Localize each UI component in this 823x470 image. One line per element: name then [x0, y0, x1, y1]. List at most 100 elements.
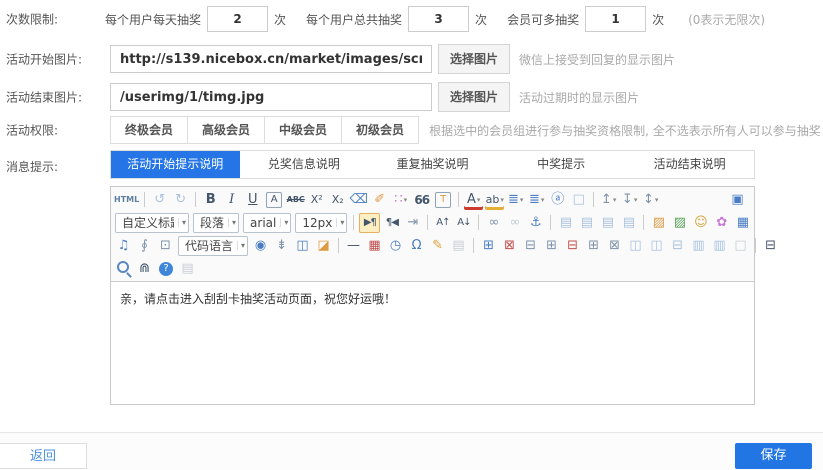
superscript-icon[interactable]: X² [307, 190, 326, 210]
toolbar-separator [353, 215, 354, 230]
insert-table-icon[interactable]: ⊞ [479, 236, 498, 256]
redo-icon[interactable]: ↻ [171, 190, 190, 210]
direction-rtl-icon[interactable]: ¶◀ [382, 213, 401, 233]
save-button[interactable]: 保存 [735, 443, 812, 469]
find-replace-icon[interactable]: ⋒ [135, 259, 154, 279]
paste-icon[interactable]: ▤ [178, 259, 197, 279]
highlight-color-icon[interactable]: ab▾ [485, 190, 504, 210]
insert-image-icon[interactable]: ▨ [649, 213, 668, 233]
anchor-icon[interactable]: ⚓ [526, 213, 545, 233]
message-tab-3[interactable]: 重复抽奖说明 [368, 151, 497, 178]
insert-columns-icon[interactable]: ◫ [293, 236, 312, 256]
fullscreen-icon[interactable]: ▣ [728, 190, 747, 210]
unordered-list-icon[interactable]: ≣▾ [527, 190, 546, 210]
strikethrough-icon[interactable]: ABC [286, 190, 305, 210]
justify-center-icon[interactable]: ▤ [577, 213, 596, 233]
anchor-ref-icon[interactable]: ⓐ [548, 190, 567, 210]
split-cols-icon[interactable]: ▥ [710, 236, 729, 256]
total-limit-input[interactable] [408, 6, 469, 32]
permission-option-3[interactable]: 中级会员 [264, 116, 342, 144]
code-language-select[interactable]: 代码语言▾ [178, 236, 248, 256]
delete-col-icon[interactable]: ⊠ [605, 236, 624, 256]
google-map-icon[interactable]: ◉ [251, 236, 270, 256]
end-image-pick-button[interactable]: 选择图片 [438, 82, 510, 112]
help-icon[interactable]: ? [159, 262, 173, 276]
blockquote-icon[interactable]: 66 [412, 190, 431, 210]
message-tab-4[interactable]: 中奖提示 [497, 151, 626, 178]
merge-cells-icon[interactable]: ◫ [626, 236, 645, 256]
paste-text-icon[interactable]: T [435, 192, 451, 208]
permission-option-4[interactable]: 初级会员 [341, 116, 419, 144]
edit-form-icon[interactable]: ✎ [428, 236, 447, 256]
insert-col-icon[interactable]: ⊞ [584, 236, 603, 256]
message-tab-5[interactable]: 活动结束说明 [625, 151, 754, 178]
special-chars-icon[interactable]: Ω [407, 236, 426, 256]
back-button[interactable]: 返回 [0, 443, 87, 469]
print-icon[interactable]: ⊟ [761, 236, 780, 256]
music-icon[interactable]: ♫ [114, 236, 133, 256]
daily-limit-input[interactable] [207, 6, 268, 32]
new-doc-icon[interactable]: □ [569, 190, 588, 210]
indent-icon[interactable]: ⇥ [403, 213, 422, 233]
font-family-select[interactable]: arial▾ [243, 213, 291, 233]
border-text-icon[interactable]: A [266, 192, 282, 208]
insert-date-icon[interactable]: ▦ [365, 236, 384, 256]
format-brush-icon[interactable]: ✐ [370, 190, 389, 210]
font-size-up-icon[interactable]: A↑ [433, 213, 452, 233]
insert-frame-icon[interactable]: ⊡ [156, 236, 175, 256]
paragraph-space-bottom-icon[interactable]: ↧▾ [620, 190, 639, 210]
html-source-icon[interactable]: HTML [114, 190, 139, 210]
bold-icon[interactable]: B [201, 190, 220, 210]
editor-content[interactable]: 亲，请点击进入刮刮卡抽奖活动页面，祝您好运哦！ [111, 282, 754, 404]
merge-right-icon[interactable]: ◫ [647, 236, 666, 256]
link-icon[interactable]: ∞ [484, 213, 503, 233]
insert-video-icon[interactable]: ▦ [733, 213, 752, 233]
snapshot-icon[interactable]: ◪ [314, 236, 333, 256]
scrawl-icon[interactable]: ✿ [712, 213, 731, 233]
message-tab-2[interactable]: 兑奖信息说明 [240, 151, 369, 178]
page-break-icon[interactable]: ⇟ [272, 236, 291, 256]
image-manager-icon[interactable]: ▨ [670, 213, 689, 233]
limit-hint: (0表示无限次) [688, 11, 765, 28]
justify-full-icon[interactable]: ▤ [619, 213, 638, 233]
ordered-list-icon[interactable]: ≣▾ [506, 190, 525, 210]
split-rows-icon[interactable]: ▥ [689, 236, 708, 256]
end-image-input[interactable] [110, 83, 432, 111]
start-image-pick-button[interactable]: 选择图片 [438, 44, 510, 74]
italic-icon[interactable]: I [222, 190, 241, 210]
paragraph-select[interactable]: 段落▾ [193, 213, 239, 233]
undo-icon[interactable]: ↺ [150, 190, 169, 210]
table-title-icon[interactable]: ⊟ [521, 236, 540, 256]
underline-icon[interactable]: U [243, 190, 262, 210]
horizontal-rule-icon[interactable]: — [344, 236, 363, 256]
insert-time-icon[interactable]: ◷ [386, 236, 405, 256]
message-tab-1[interactable]: 活动开始提示说明 [111, 151, 240, 178]
insert-row-icon[interactable]: ⊞ [542, 236, 561, 256]
preview-icon[interactable] [114, 259, 133, 279]
auto-typeset-icon[interactable]: ∷▾ [391, 190, 410, 210]
permission-option-2[interactable]: 高级会员 [187, 116, 265, 144]
unlink-icon[interactable]: ∞ [505, 213, 524, 233]
word-image-icon[interactable]: ▤ [449, 236, 468, 256]
direction-ltr-icon[interactable]: ▶¶ [359, 213, 380, 233]
eraser-icon[interactable]: ⌫ [349, 190, 368, 210]
permission-option-1[interactable]: 终极会员 [110, 116, 188, 144]
font-color-icon[interactable]: A▾ [464, 190, 483, 210]
paragraph-space-top-icon[interactable]: ↥▾ [599, 190, 618, 210]
subscript-icon[interactable]: X₂ [328, 190, 347, 210]
justify-left-icon[interactable]: ▤ [556, 213, 575, 233]
member-extra-input[interactable] [585, 6, 646, 32]
toolbar-separator [478, 215, 479, 230]
font-size-down-icon[interactable]: A↓ [454, 213, 473, 233]
line-spacing-icon[interactable]: ↕▾ [641, 190, 660, 210]
heading-select[interactable]: 自定义标题▾ [115, 213, 189, 233]
emoticon-icon[interactable]: ☺ [691, 213, 710, 233]
font-size-select[interactable]: 12px▾ [295, 213, 347, 233]
merge-down-icon[interactable]: ⊟ [668, 236, 687, 256]
justify-right-icon[interactable]: ▤ [598, 213, 617, 233]
delete-row-icon[interactable]: ⊟ [563, 236, 582, 256]
attachment-icon[interactable]: ∮ [135, 236, 154, 256]
delete-table-icon[interactable]: ⊠ [500, 236, 519, 256]
page-icon[interactable]: □ [731, 236, 750, 256]
start-image-input[interactable] [110, 45, 432, 73]
